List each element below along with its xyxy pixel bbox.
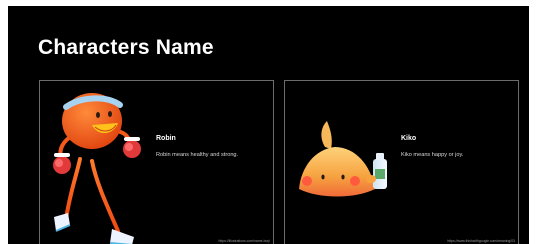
image-source-url-robin: https://illustrations.com/name-boy/ bbox=[218, 239, 270, 243]
robin-character-icon bbox=[53, 93, 141, 244]
character-description-kiko: Kiko means happy or joy. bbox=[401, 152, 464, 158]
slide: Characters Name Robin Robin means health… bbox=[8, 6, 529, 244]
character-card-robin: Robin Robin means healthy and strong. ht… bbox=[39, 80, 274, 244]
character-name-robin: Robin bbox=[156, 135, 176, 142]
slide-title: Characters Name bbox=[38, 36, 214, 59]
character-card-kiko: Kiko Kiko means happy or joy. https://ww… bbox=[284, 80, 519, 244]
character-name-kiko: Kiko bbox=[401, 135, 417, 142]
image-source-url-kiko: https://www.thinkwithgoogle.com/meaning/… bbox=[447, 239, 515, 243]
kiko-character-icon bbox=[299, 121, 387, 197]
character-description-robin: Robin means healthy and strong. bbox=[156, 152, 239, 158]
